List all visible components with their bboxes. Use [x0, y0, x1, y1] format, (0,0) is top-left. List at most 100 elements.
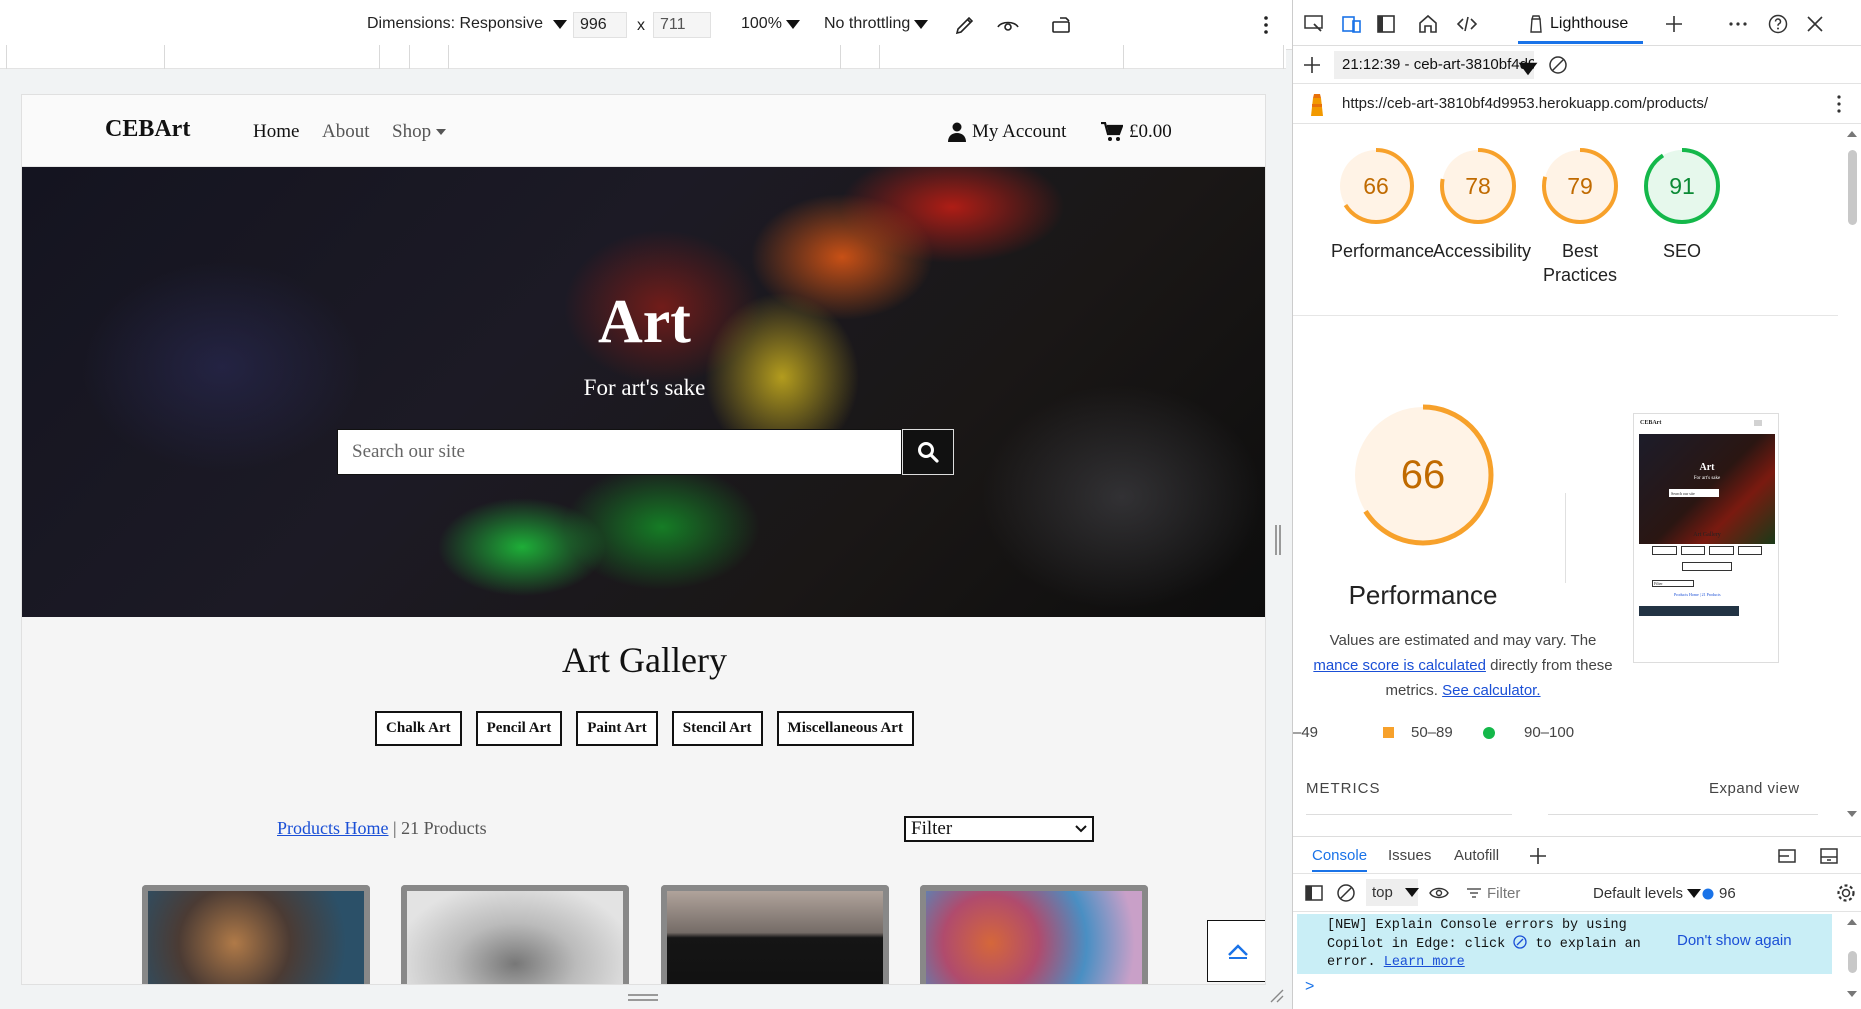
nav-cart[interactable]: £0.00	[1101, 121, 1172, 143]
console-prompt[interactable]: >	[1305, 978, 1314, 996]
preview-category-misc	[1682, 562, 1732, 571]
learn-more-link[interactable]: Learn more	[1384, 955, 1465, 970]
eye-icon[interactable]	[1428, 882, 1450, 904]
chevron-down-icon	[785, 19, 800, 29]
products-home-link[interactable]: Products Home	[277, 818, 389, 838]
width-input[interactable]: 996	[573, 12, 627, 38]
filter-select[interactable]: Filter	[904, 816, 1094, 842]
product-count: | 21 Products	[393, 818, 487, 838]
devtools-tabbar: Lighthouse	[1293, 0, 1861, 46]
gallery-title: Art Gallery	[562, 640, 727, 680]
sidebar-toggle-icon[interactable]	[1375, 13, 1397, 35]
tab-autofill[interactable]: Autofill	[1454, 847, 1499, 864]
tab-console[interactable]: Console	[1312, 847, 1368, 872]
product-image-3[interactable]	[661, 885, 889, 984]
category-stencil-art[interactable]: Stencil Art	[671, 711, 763, 746]
chevron-down-icon	[1687, 889, 1702, 898]
score-gauge-seo[interactable]: 91 SEO	[1637, 146, 1727, 263]
score-gauge-accessibility[interactable]: 78 Accessibility	[1433, 146, 1531, 263]
resize-corner-icon[interactable]	[1269, 988, 1285, 1004]
site-logo[interactable]: CEBArt	[105, 116, 190, 143]
scroll-up-icon[interactable]	[1846, 130, 1858, 138]
devtools-panel: Lighthouse 21:12:39 - ceb-art-3810bf4d99…	[1292, 0, 1861, 1009]
eye-icon[interactable]	[996, 13, 1020, 37]
divider	[1306, 814, 1512, 815]
plus-icon[interactable]	[1663, 13, 1685, 35]
pen-icon[interactable]	[953, 13, 977, 37]
preview-gallery: Art Gallery	[1693, 532, 1721, 538]
preview-subtitle: For art's sake	[1693, 476, 1721, 481]
zoom-dropdown[interactable]: 100%	[741, 15, 800, 33]
message-count[interactable]: 96	[1702, 885, 1736, 902]
help-icon[interactable]	[1767, 13, 1789, 35]
sidebar-toggle-icon[interactable]	[1303, 882, 1325, 904]
nav-home[interactable]: Home	[253, 121, 299, 143]
context-select[interactable]: top	[1366, 879, 1419, 906]
drawer-toggle-icon[interactable]	[1818, 845, 1840, 867]
console-filter-input[interactable]: Filter	[1487, 885, 1520, 902]
clear-icon[interactable]	[1547, 54, 1569, 76]
scroll-up-icon[interactable]	[1846, 918, 1858, 926]
back-to-top-button[interactable]	[1207, 920, 1265, 982]
elements-code-icon[interactable]	[1456, 13, 1478, 35]
gear-icon[interactable]	[1835, 882, 1857, 904]
dimensions-dropdown[interactable]: Dimensions: Responsive	[367, 15, 568, 33]
category-pencil-art[interactable]: Pencil Art	[475, 711, 563, 746]
performance-gauge-score: 66	[1401, 453, 1446, 497]
dimensions-label: Dimensions: Responsive	[367, 15, 544, 32]
dock-icon[interactable]	[1776, 845, 1798, 867]
clear-console-icon[interactable]	[1335, 882, 1357, 904]
product-image-4[interactable]	[920, 885, 1148, 984]
score-gauge-performance[interactable]: 66 Performance	[1331, 146, 1434, 263]
message-line-2: Copilot in Edge: click	[1327, 937, 1506, 952]
console-scrollbar-thumb[interactable]	[1848, 951, 1857, 973]
tab-issues[interactable]: Issues	[1388, 847, 1431, 864]
score-gauge-best-practices[interactable]: 79 Best Practices	[1535, 146, 1625, 288]
category-buttons: Chalk Art Pencil Art Paint Art Stencil A…	[22, 711, 1265, 746]
close-icon[interactable]	[1804, 13, 1826, 35]
throttling-dropdown[interactable]: No throttling	[824, 15, 929, 33]
see-calculator-link[interactable]: See calculator.	[1442, 682, 1540, 699]
plus-icon[interactable]	[1301, 54, 1323, 76]
lighthouse-icon	[1530, 14, 1542, 33]
divider	[1548, 814, 1818, 815]
chevron-down-icon	[553, 19, 568, 29]
home-icon[interactable]	[1417, 13, 1439, 35]
resize-handle-right[interactable]	[1275, 525, 1281, 555]
tab-lighthouse[interactable]: Lighthouse	[1518, 6, 1643, 44]
preview-title: Art	[1699, 462, 1715, 473]
search-input[interactable]: Search our site	[337, 429, 902, 475]
report-time: 21:12:39 - ceb-art-3810bf4d99	[1342, 56, 1534, 73]
nav-shop-dropdown[interactable]: Shop	[392, 121, 447, 143]
report-select[interactable]: 21:12:39 - ceb-art-3810bf4d99	[1334, 51, 1534, 79]
report-url[interactable]: https://ceb-art-3810bf4d9953.herokuapp.c…	[1342, 95, 1708, 112]
dont-show-again-link[interactable]: Don't show again	[1677, 932, 1792, 950]
levels-dropdown[interactable]: Default levels	[1593, 885, 1702, 902]
page-screenshot-thumbnail[interactable]: CEBArt Art For art's sake Search our sit…	[1633, 413, 1779, 663]
more-horizontal-icon[interactable]	[1727, 13, 1749, 35]
category-misc-art[interactable]: Miscellaneous Art	[776, 711, 914, 746]
nav-my-account[interactable]: My Account	[948, 121, 1066, 143]
category-paint-art[interactable]: Paint Art	[576, 711, 658, 746]
console-toolbar: top Filter Default levels 96	[1293, 874, 1861, 912]
device-toggle-icon[interactable]	[1341, 13, 1363, 35]
category-chalk-art[interactable]: Chalk Art	[375, 711, 462, 746]
resize-handle-bottom[interactable]	[628, 994, 658, 1001]
height-input[interactable]: 711	[653, 12, 711, 38]
search-button[interactable]	[902, 429, 954, 475]
product-image-1[interactable]	[142, 885, 370, 984]
expand-view-toggle[interactable]: Expand view	[1709, 780, 1800, 797]
more-vertical-icon[interactable]	[1254, 13, 1278, 37]
scrollbar-thumb[interactable]	[1848, 150, 1857, 225]
scroll-down-icon[interactable]	[1846, 990, 1858, 998]
score-calculated-link[interactable]: mance score is calculated	[1313, 657, 1486, 674]
scroll-down-icon[interactable]	[1846, 810, 1858, 818]
plus-icon[interactable]	[1527, 845, 1549, 867]
copilot-icon[interactable]	[1513, 935, 1527, 949]
media-query-ruler[interactable]	[0, 45, 1286, 69]
rotate-icon[interactable]	[1050, 13, 1074, 37]
nav-about[interactable]: About	[322, 121, 370, 143]
inspect-icon[interactable]	[1303, 13, 1325, 35]
more-vertical-icon[interactable]	[1828, 93, 1850, 115]
product-image-2[interactable]	[401, 885, 629, 984]
